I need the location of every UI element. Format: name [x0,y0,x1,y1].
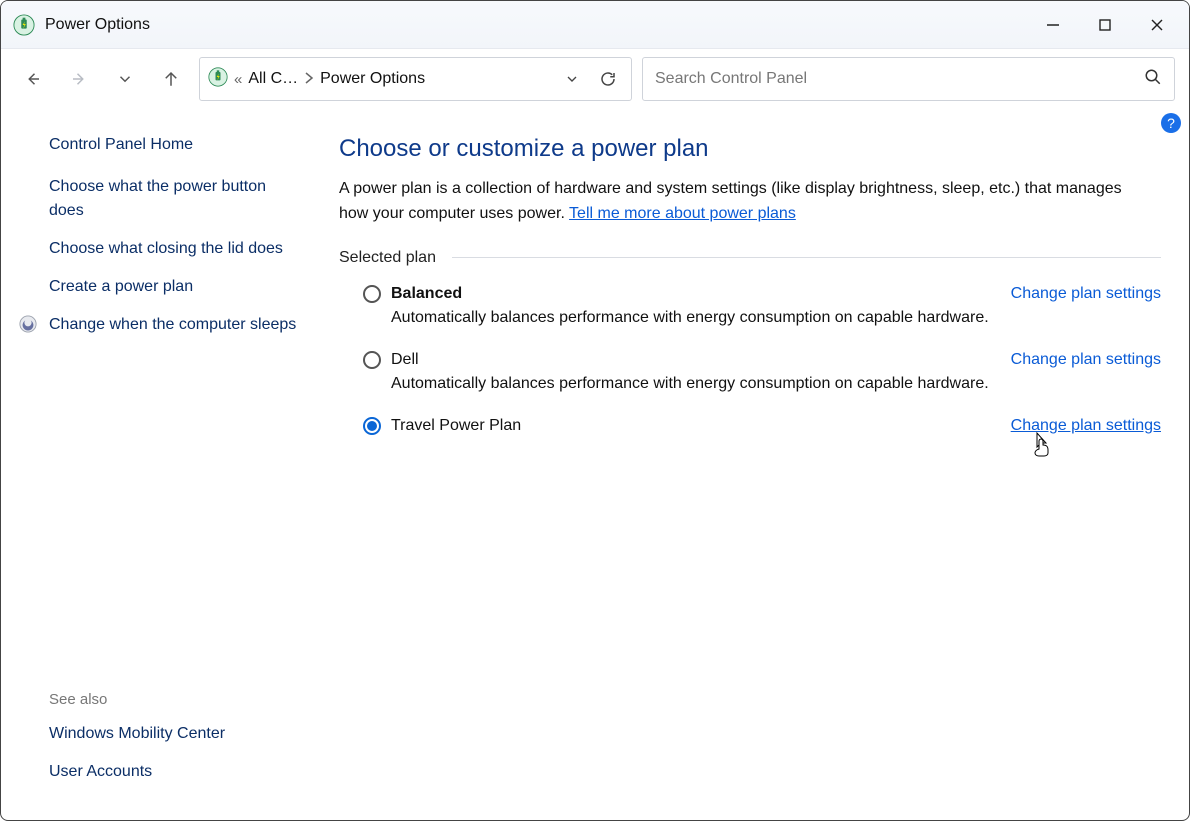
plan-desc: Automatically balances performance with … [391,309,1161,327]
sidebar-link-close-lid[interactable]: Choose what closing the lid does [49,240,283,257]
sidebar-link-power-button[interactable]: Choose what the power button does [49,178,266,219]
chevron-right-icon [304,71,314,88]
window-title: Power Options [45,16,150,34]
titlebar: Power Options [1,1,1189,49]
address-bar[interactable]: « All C… Power Options [199,57,632,101]
sidebar-home-link[interactable]: Control Panel Home [49,133,303,157]
address-dropdown-button[interactable] [557,64,587,94]
page-title: Choose or customize a power plan [339,135,1161,163]
section-header: Selected plan [339,249,1161,267]
seealso-user-accounts[interactable]: User Accounts [49,760,303,784]
chevron-left-icon: « [234,71,242,88]
radio-dell[interactable] [363,351,381,369]
search-icon[interactable] [1144,68,1162,90]
nav-row: « All C… Power Options [1,49,1189,109]
recent-locations-button[interactable] [107,61,143,97]
plan-balanced: Balanced Change plan settings Automatica… [339,277,1161,343]
breadcrumb-current[interactable]: Power Options [320,70,425,88]
plan-desc: Automatically balances performance with … [391,375,1161,393]
page-description: A power plan is a collection of hardware… [339,177,1139,227]
body: Control Panel Home Choose what the power… [1,109,1189,820]
seealso-mobility-center[interactable]: Windows Mobility Center [49,722,303,746]
change-settings-balanced[interactable]: Change plan settings [1011,285,1161,303]
section-label: Selected plan [339,249,436,267]
radio-travel[interactable] [363,417,381,435]
search-bar[interactable] [642,57,1175,101]
minimize-button[interactable] [1027,6,1079,44]
sleep-icon [19,315,37,333]
close-button[interactable] [1131,6,1183,44]
change-settings-dell[interactable]: Change plan settings [1011,351,1161,369]
radio-balanced[interactable] [363,285,381,303]
window: Power Options « All C… [0,0,1190,821]
refresh-button[interactable] [593,64,623,94]
breadcrumb-root[interactable]: All C… [248,70,298,88]
sidebar: Control Panel Home Choose what the power… [1,109,321,820]
plan-dell: Dell Change plan settings Automatically … [339,343,1161,409]
search-input[interactable] [655,70,1144,88]
maximize-button[interactable] [1079,6,1131,44]
divider [452,257,1161,258]
plan-name[interactable]: Travel Power Plan [391,417,521,435]
forward-button[interactable] [61,61,97,97]
help-icon[interactable]: ? [1161,113,1181,133]
see-also-header: See also [49,691,303,708]
up-button[interactable] [153,61,189,97]
address-icon [208,67,228,91]
plan-name[interactable]: Balanced [391,285,462,303]
sidebar-link-change-sleep[interactable]: Change when the computer sleeps [49,316,296,333]
back-button[interactable] [15,61,51,97]
plan-name[interactable]: Dell [391,351,419,369]
learn-more-link[interactable]: Tell me more about power plans [569,205,796,222]
power-options-icon [13,14,35,36]
change-settings-travel[interactable]: Change plan settings [1011,417,1161,435]
main-content: ? Choose or customize a power plan A pow… [321,109,1189,820]
sidebar-link-create-plan[interactable]: Create a power plan [49,278,193,295]
plan-travel: Travel Power Plan Change plan settings [339,409,1161,451]
